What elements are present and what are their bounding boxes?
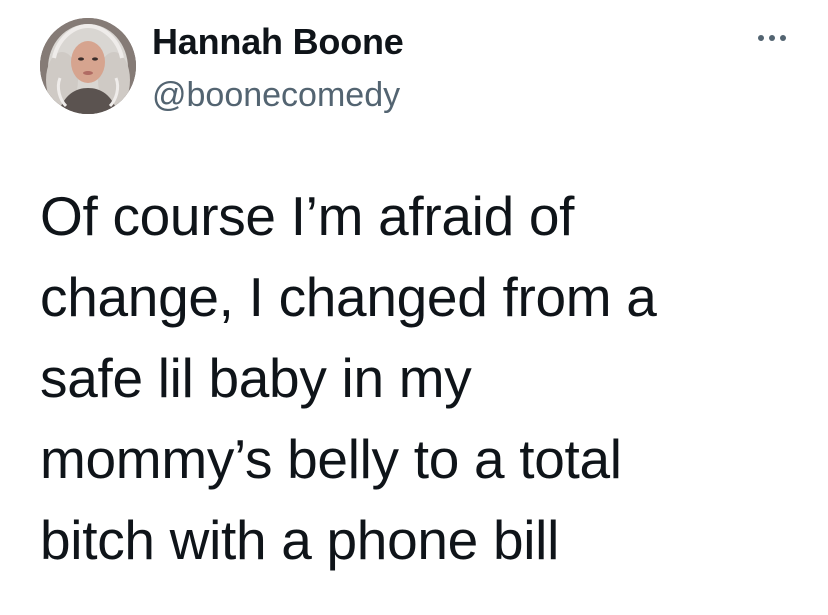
author-name[interactable]: Hannah Boone (152, 20, 404, 64)
tweet-text-line: mommy’s belly to a total (40, 428, 622, 490)
tweet-text-line: Of course I’m afraid of (40, 185, 575, 247)
tweet-text-line: bitch with a phone bill (40, 509, 559, 571)
more-horizontal-icon (758, 35, 786, 41)
tweet-card: Hannah Boone @boonecomedy Of course I’m … (0, 0, 828, 615)
author-avatar[interactable] (40, 18, 136, 114)
tweet-text-line: safe lil baby in my (40, 347, 472, 409)
more-options-button[interactable] (752, 22, 792, 54)
tweet-text-line: change, I changed from a (40, 266, 657, 328)
author-handle[interactable]: @boonecomedy (152, 74, 400, 116)
user-avatar-icon (40, 18, 136, 114)
tweet-text: Of course I’m afraid of change, I change… (40, 176, 800, 581)
